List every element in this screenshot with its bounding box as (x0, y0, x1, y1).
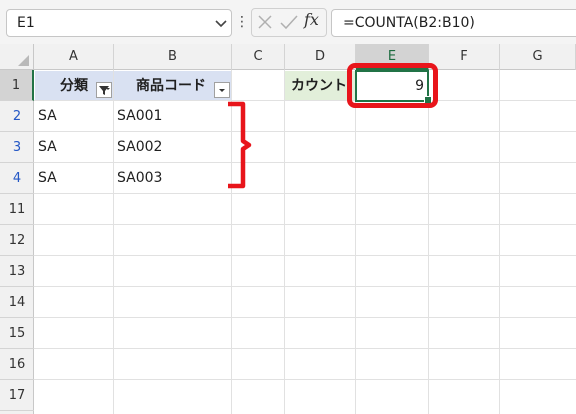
worksheet-grid[interactable]: A B C D E F G 1 2 3 4 11 12 13 14 15 16 … (0, 44, 576, 414)
gridline (34, 100, 576, 101)
row-header-bar: 1 2 3 4 11 12 13 14 15 16 17 (0, 70, 34, 414)
row-header-2[interactable]: 2 (0, 101, 34, 132)
row-header-14[interactable]: 14 (0, 287, 34, 318)
cell-code[interactable]: SA001 (117, 107, 162, 125)
name-box[interactable]: E1 (6, 9, 232, 37)
enter-check-icon[interactable] (280, 14, 298, 30)
filter-dropdown-button[interactable] (214, 82, 230, 98)
gridline (34, 348, 576, 349)
header-product-code: 商品コード (136, 78, 206, 94)
formula-input[interactable]: =COUNTA(B2:B10) (331, 9, 576, 37)
highlight-box (347, 63, 438, 108)
gridline (34, 193, 576, 194)
row-header-1[interactable]: 1 (0, 70, 34, 101)
cell-category[interactable]: SA (38, 138, 57, 156)
formula-text: =COUNTA(B2:B10) (343, 15, 475, 31)
filter-funnel-icon (99, 86, 110, 95)
select-all-button[interactable] (0, 44, 34, 70)
brace-annotation-icon (228, 101, 252, 189)
count-label: カウント (291, 78, 347, 94)
header-category: 分類 (60, 78, 88, 94)
row-header-4[interactable]: 4 (0, 163, 34, 194)
column-header-b[interactable]: B (114, 44, 232, 70)
column-header-c[interactable]: C (232, 44, 285, 70)
row-header-17[interactable]: 17 (0, 380, 34, 411)
gridline (284, 70, 285, 414)
row-header-11[interactable]: 11 (0, 194, 34, 225)
chevron-down-icon (219, 89, 225, 92)
column-header-bar: A B C D E F G (0, 44, 576, 70)
gridline (34, 379, 576, 380)
filter-active-button[interactable] (96, 82, 112, 98)
cell-code[interactable]: SA002 (117, 138, 162, 156)
column-header-f[interactable]: F (429, 44, 500, 70)
gridline (499, 70, 500, 414)
gridline (34, 131, 576, 132)
cell-category[interactable]: SA (38, 169, 57, 187)
row-header-12[interactable]: 12 (0, 225, 34, 256)
gridline (34, 317, 576, 318)
row-header-3[interactable]: 3 (0, 132, 34, 163)
column-header-a[interactable]: A (34, 44, 114, 70)
cell-category[interactable]: SA (38, 107, 57, 125)
gridline (113, 70, 114, 414)
gridline (34, 224, 576, 225)
select-all-triangle-icon (18, 55, 29, 66)
cell-code[interactable]: SA003 (117, 169, 162, 187)
gridline (34, 162, 576, 163)
column-header-d[interactable]: D (285, 44, 356, 70)
chevron-down-icon[interactable] (214, 18, 228, 30)
row-header-16[interactable]: 16 (0, 349, 34, 380)
row-header-15[interactable]: 15 (0, 318, 34, 349)
more-options-icon[interactable]: ⋮ (235, 12, 249, 32)
gridline (34, 255, 576, 256)
cancel-icon[interactable] (257, 14, 273, 30)
formula-bar: E1 ⋮ fx =COUNTA(B2:B10) (0, 0, 576, 44)
gridline (355, 70, 356, 414)
name-box-value: E1 (17, 15, 35, 31)
gridline (34, 286, 576, 287)
insert-function-icon[interactable]: fx (304, 9, 322, 31)
row-header-13[interactable]: 13 (0, 256, 34, 287)
gridline (428, 70, 429, 414)
column-header-g[interactable]: G (500, 44, 576, 70)
